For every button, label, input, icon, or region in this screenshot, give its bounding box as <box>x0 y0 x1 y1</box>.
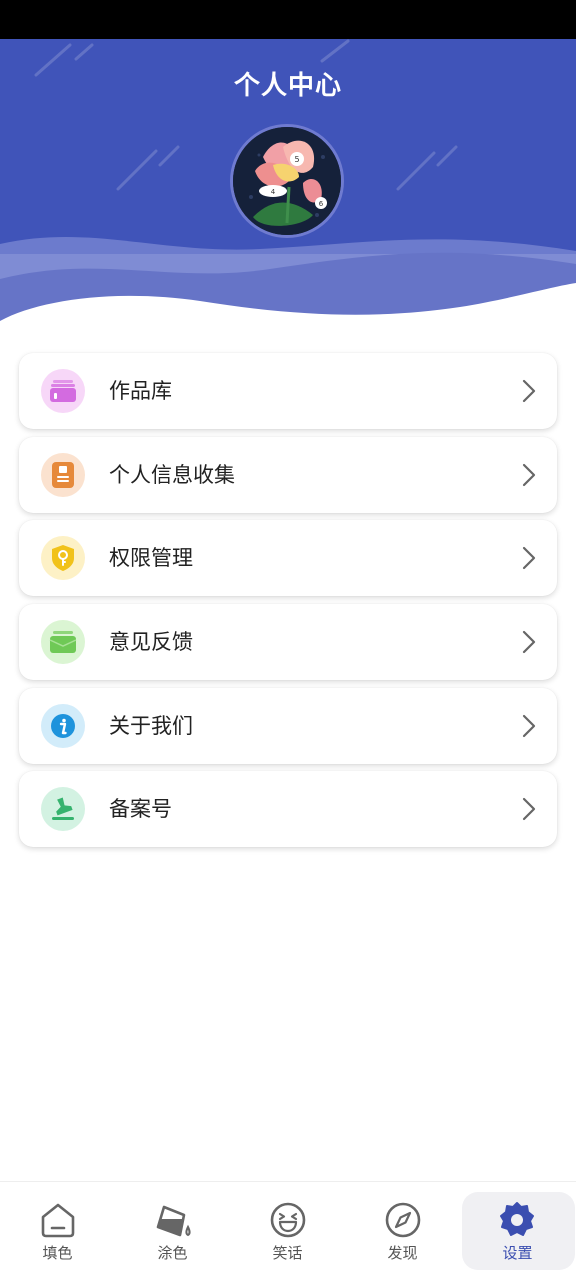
tab-label: 涂色 <box>157 1244 188 1262</box>
gallery-box-icon <box>41 369 85 413</box>
menu-item-about-us[interactable]: 关于我们 <box>19 687 557 764</box>
menu-item-label: 个人信息收集 <box>109 462 235 487</box>
tab-label: 设置 <box>502 1244 533 1262</box>
menu-item-label: 意见反馈 <box>109 630 193 655</box>
feedback-mail-icon <box>41 620 85 665</box>
paint-bucket-icon <box>156 1205 191 1237</box>
chevron-right-icon <box>522 714 536 737</box>
tab-fill-color[interactable]: 填色 <box>0 1182 115 1280</box>
stamp-icon <box>41 787 85 832</box>
svg-text:6: 6 <box>319 200 324 208</box>
settings-menu: 作品库 个人信息收集 权限管理 意见反馈 关于我们 备案号 <box>19 353 557 855</box>
menu-item-personal-info[interactable]: 个人信息收集 <box>19 436 557 513</box>
menu-item-label: 备案号 <box>109 797 172 822</box>
menu-item-label: 权限管理 <box>109 546 193 571</box>
tab-paint[interactable]: 涂色 <box>115 1182 230 1280</box>
profile-header: 个人中心 5 4 6 <box>0 39 576 339</box>
gear-icon <box>500 1202 534 1236</box>
tab-settings[interactable]: 设置 <box>460 1182 575 1280</box>
tab-label: 笑话 <box>272 1244 303 1262</box>
avatar[interactable]: 5 4 6 <box>230 124 344 238</box>
chevron-right-icon <box>522 463 536 486</box>
laugh-face-icon <box>270 1202 306 1238</box>
shield-key-icon <box>41 536 85 581</box>
home-icon <box>41 1203 75 1238</box>
compass-icon <box>385 1202 421 1238</box>
svg-text:5: 5 <box>294 155 299 164</box>
chevron-right-icon <box>522 798 536 821</box>
menu-item-feedback[interactable]: 意见反馈 <box>19 604 557 681</box>
tab-label: 填色 <box>42 1244 73 1262</box>
menu-item-label: 关于我们 <box>109 713 193 738</box>
tab-label: 发现 <box>387 1244 418 1262</box>
status-bar <box>0 0 576 39</box>
chevron-right-icon <box>522 547 536 570</box>
profile-document-icon <box>41 452 85 497</box>
chevron-right-icon <box>522 630 536 654</box>
chevron-right-icon <box>522 379 536 403</box>
tab-discover[interactable]: 发现 <box>345 1182 460 1280</box>
menu-item-permissions[interactable]: 权限管理 <box>19 520 557 597</box>
info-icon <box>41 703 85 748</box>
menu-item-gallery[interactable]: 作品库 <box>19 353 557 429</box>
menu-item-icp-record[interactable]: 备案号 <box>19 771 557 848</box>
bottom-tab-bar: 填色 涂色 笑话 发现 设置 <box>0 1181 576 1280</box>
menu-item-label: 作品库 <box>109 379 172 403</box>
tab-jokes[interactable]: 笑话 <box>230 1182 345 1280</box>
svg-text:4: 4 <box>271 188 276 196</box>
page-title: 个人中心 <box>233 71 342 101</box>
lotus-avatar-image: 5 4 6 <box>233 127 341 235</box>
